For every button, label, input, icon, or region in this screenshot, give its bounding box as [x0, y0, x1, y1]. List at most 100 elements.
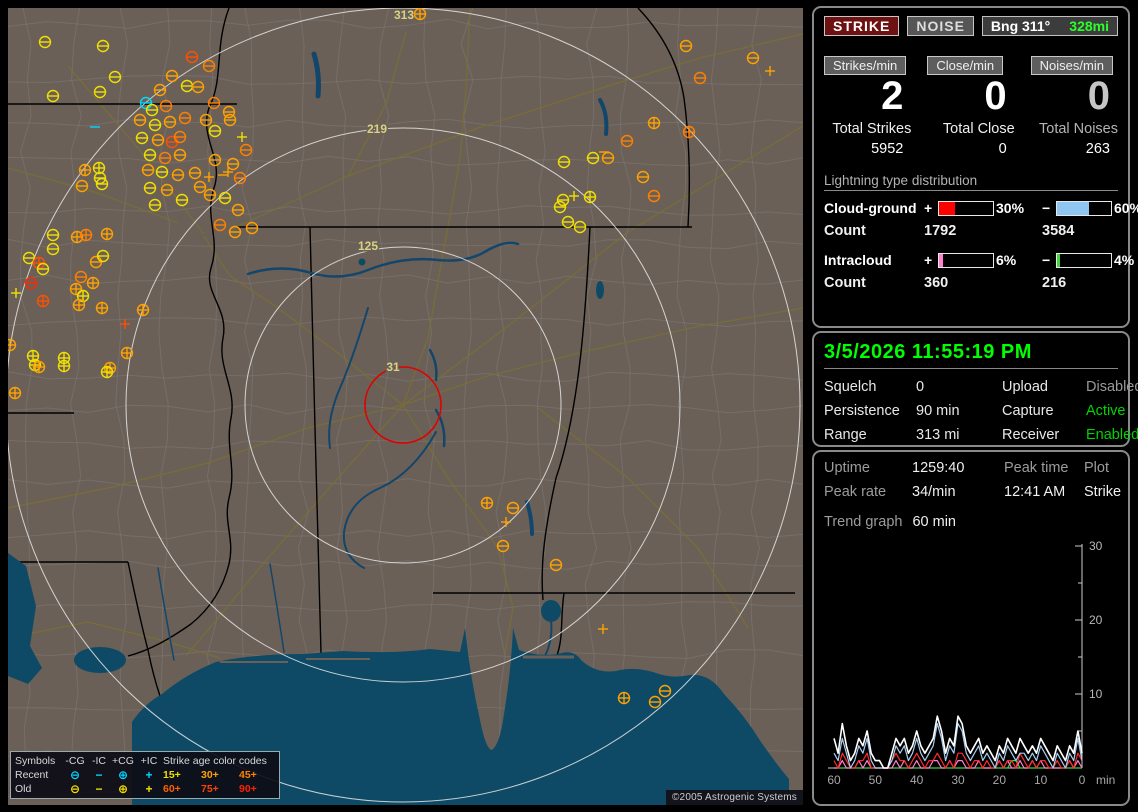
total-close-value: 0 [998, 141, 1007, 157]
uptime-label: Uptime [824, 460, 870, 476]
ring-label-313: 313 [394, 8, 414, 22]
status-panel: 3/5/2026 11:55:19 PM Squelch 0 Upload Di… [812, 331, 1138, 447]
plus-sign: + [924, 252, 933, 268]
strikes-per-min-value: 2 [881, 74, 904, 118]
session-panel: Uptime 1259:40 Peak time Plot Peak rate … [812, 450, 1130, 806]
bearing-distance: 328mi [1069, 18, 1109, 34]
cg-plus-pct: 30% [996, 200, 1025, 216]
bearing-readout: Bng 311° 328mi [981, 16, 1118, 36]
peak-rate-value: 34/min [912, 484, 956, 500]
ic-plus-bar [938, 252, 994, 268]
cg-minus-pct: 60% [1114, 200, 1138, 216]
cg-plus-icon: ⊕ [117, 782, 129, 796]
lake [596, 281, 604, 299]
persistence-value: 90 min [916, 403, 960, 419]
strike-symbol [583, 190, 597, 204]
cg-count-label: Count [824, 223, 866, 239]
ring-label-219: 219 [367, 122, 387, 136]
svg-text:30: 30 [1089, 539, 1103, 553]
ic-minus-pct: 4% [1114, 252, 1135, 268]
plus-sign: + [924, 200, 933, 216]
ic-minus-icon: − [95, 768, 103, 782]
svg-text:40: 40 [910, 773, 924, 787]
svg-text:60: 60 [827, 773, 841, 787]
ic-plus-pct: 6% [996, 252, 1017, 268]
legend-age-header: Strike age color codes [163, 755, 267, 767]
capture-label: Capture [1002, 403, 1054, 419]
peak-time-value: 12:41 AM [1004, 484, 1066, 500]
ic-plus-count: 360 [924, 275, 949, 291]
strike-symbol [682, 125, 696, 139]
svg-text:10: 10 [1089, 687, 1103, 701]
svg-text:30: 30 [951, 773, 965, 787]
ic-plus-bar-fill [939, 253, 944, 267]
svg-text:0: 0 [1079, 773, 1086, 787]
strike-symbol [92, 161, 106, 175]
lightning-distribution: Lightning type distribution Cloud-ground… [824, 173, 1138, 291]
legend-symbols-header: Symbols [15, 755, 56, 767]
total-noises-label: Total Noises [1039, 121, 1118, 137]
trend-graph: 10 20 30 60 50 40 30 20 10 0 min [827, 539, 1115, 787]
cg-plus-count: 1792 [924, 223, 957, 239]
noise-mode-button[interactable]: NOISE [907, 16, 974, 36]
ic-minus-bar-fill [1057, 253, 1061, 267]
persistence-label: Persistence [824, 403, 900, 419]
noises-per-min-value: 0 [1087, 74, 1110, 118]
strike-symbol [78, 163, 92, 177]
copyright-notice: ©2005 Astrogenic Systems [665, 790, 803, 805]
ring-label-125: 125 [358, 239, 378, 253]
peak-rate-label: Peak rate [824, 484, 887, 500]
strike-symbol [57, 359, 71, 373]
strike-mode-button[interactable]: STRIKE [824, 16, 900, 36]
range-value: 313 mi [916, 427, 960, 443]
trend-graph-value: 60 min [912, 514, 956, 530]
minus-sign: − [1042, 252, 1051, 268]
strike-symbol [413, 8, 427, 21]
strike-symbol [647, 116, 661, 130]
total-close-label: Total Close [942, 121, 1015, 137]
legend-col-cg-neg: -CG [65, 755, 85, 767]
cg-plus-icon: ⊕ [117, 768, 129, 782]
svg-text:min: min [1096, 773, 1115, 787]
lightning-map[interactable]: 313 219 125 31 Symbols -CG -IC +CG +IC S… [8, 8, 803, 805]
legend-row-old: Old ⊖ − ⊕ +60+ 75+ 90+ [15, 782, 275, 796]
strike-symbol [95, 301, 109, 315]
ic-plus-icon: + [145, 768, 153, 782]
intracloud-label: Intracloud [824, 252, 892, 268]
trend-graph-label: Trend graph [824, 514, 903, 530]
svg-text:20: 20 [1089, 613, 1103, 627]
ic-minus-count: 216 [1042, 275, 1067, 291]
age-code: 75+ [201, 783, 219, 795]
strike-symbol [32, 360, 46, 374]
strike-symbol [86, 276, 100, 290]
age-code: 45+ [239, 769, 257, 781]
cg-minus-bar-fill [1057, 201, 1090, 215]
strikes-per-min-button[interactable]: Strikes/min [824, 56, 907, 75]
total-strikes-label: Total Strikes [832, 121, 912, 137]
age-code: 60+ [163, 783, 181, 795]
receiver-label: Receiver [1002, 427, 1060, 443]
plot-value: Strike [1084, 484, 1122, 500]
range-label: Range [824, 427, 867, 443]
legend-col-cg-pos: +CG [112, 755, 134, 767]
strike-symbol [69, 282, 83, 296]
cloud-ground-label: Cloud-ground [824, 200, 917, 216]
strike-symbol [72, 298, 86, 312]
ic-minus-icon: − [95, 782, 103, 796]
lake [358, 258, 366, 266]
bearing-label: Bng 311° [990, 18, 1051, 34]
close-per-min-button[interactable]: Close/min [927, 56, 1004, 75]
lake [74, 647, 126, 673]
legend-col-ic-neg: -IC [92, 755, 106, 767]
cg-plus-bar-fill [939, 201, 956, 215]
cg-minus-icon: ⊖ [69, 782, 81, 796]
svg-text:50: 50 [869, 773, 883, 787]
close-column: Close/min 0 Total Close 0 [927, 56, 1015, 157]
map-canvas: 313 219 125 31 [8, 8, 803, 805]
total-noises-value: 263 [1085, 141, 1110, 157]
upload-label: Upload [1002, 379, 1048, 395]
noises-per-min-button[interactable]: Noises/min [1030, 56, 1113, 75]
map-legend: Symbols -CG -IC +CG +IC Strike age color… [10, 751, 280, 799]
strike-symbol [617, 691, 631, 705]
peak-time-label: Peak time [1004, 460, 1069, 476]
